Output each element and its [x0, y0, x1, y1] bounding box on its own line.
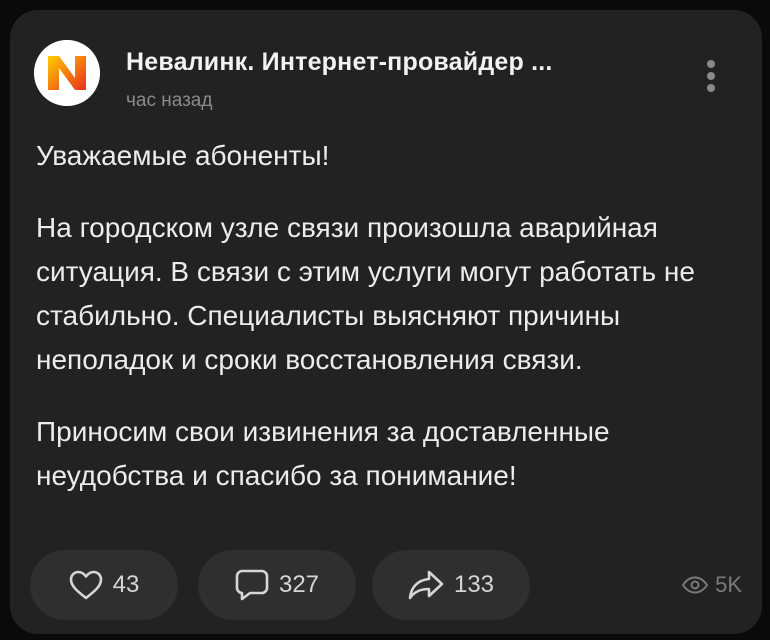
post-body: Уважаемые абоненты! На городском узле св…: [36, 134, 736, 526]
views-counter: 5K: [681, 572, 742, 598]
comment-count: 327: [278, 571, 320, 598]
comment-icon: [235, 569, 269, 601]
author-name[interactable]: Невалинк. Интернет-провайдер ...: [126, 48, 553, 77]
comment-button[interactable]: 327: [198, 550, 356, 620]
share-button[interactable]: 133: [372, 550, 530, 620]
post-time: час назад: [126, 90, 213, 111]
dot-icon: [707, 72, 715, 80]
nevalink-logo-icon: [34, 40, 100, 106]
post-actions: 43 327 133 5K: [20, 550, 742, 622]
like-count: 43: [112, 571, 140, 598]
dot-icon: [707, 84, 715, 92]
post-paragraph: На городском узле связи произошла аварий…: [36, 212, 695, 375]
post-card: Невалинк. Интернет-провайдер ... час наз…: [10, 10, 762, 634]
share-count: 133: [453, 571, 495, 598]
eye-icon: [681, 576, 709, 594]
like-button[interactable]: 43: [30, 550, 178, 620]
avatar[interactable]: [34, 40, 100, 106]
post-header: Невалинк. Интернет-провайдер ... час наз…: [24, 34, 742, 114]
post-paragraph: Приносим свои извинения за доставленные …: [36, 416, 610, 491]
post-paragraph: Уважаемые абоненты!: [36, 140, 330, 171]
views-count: 5K: [715, 572, 742, 597]
dot-icon: [707, 60, 715, 68]
more-options-button[interactable]: [698, 56, 724, 100]
share-arrow-icon: [408, 570, 444, 600]
heart-icon: [69, 570, 102, 600]
